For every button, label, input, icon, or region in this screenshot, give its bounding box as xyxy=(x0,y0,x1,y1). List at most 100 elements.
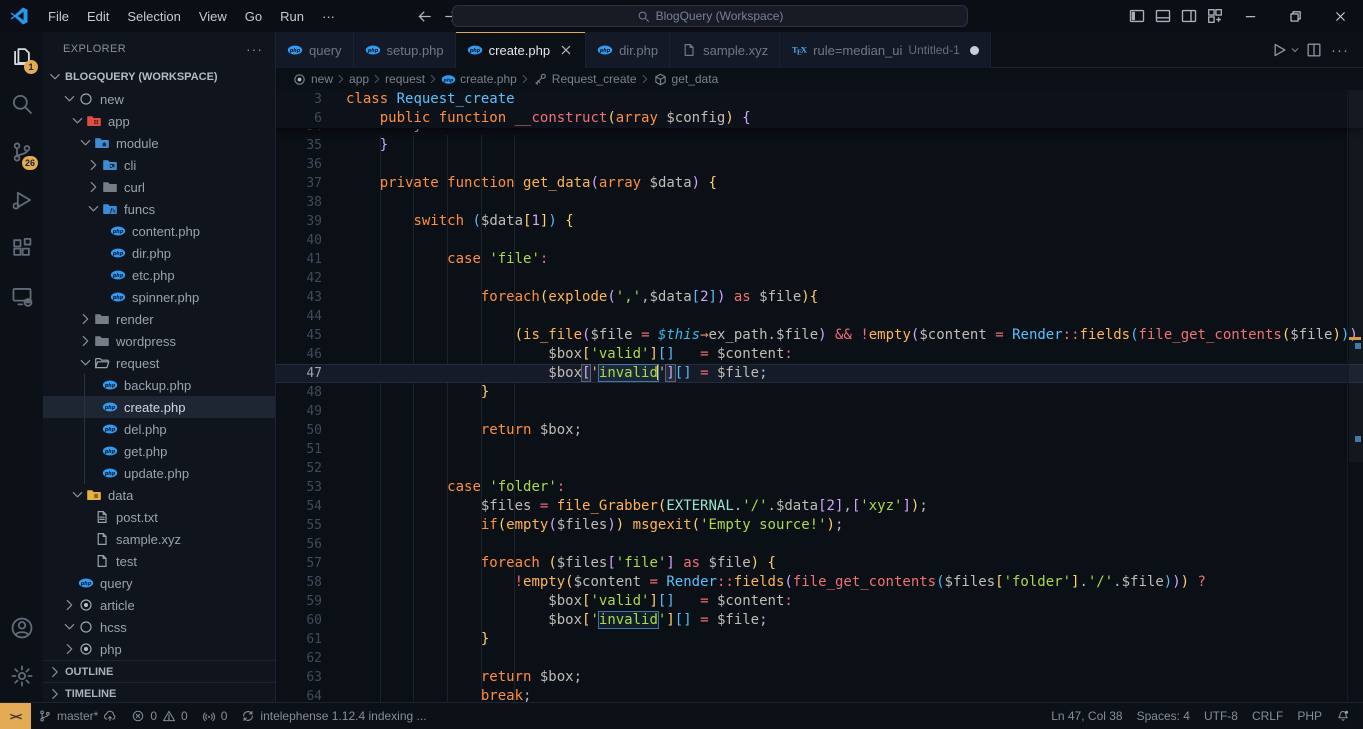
close-window-button[interactable] xyxy=(1318,0,1363,32)
code-line-48[interactable]: 48 } xyxy=(276,383,1363,402)
tree-item-wordpress[interactable]: wordpress xyxy=(43,330,275,352)
customize-layout-button[interactable] xyxy=(1202,3,1228,29)
tree-item-module[interactable]: module xyxy=(43,132,275,154)
tree-item-article[interactable]: article xyxy=(43,594,275,616)
toggle-secondary-sidebar-button[interactable] xyxy=(1176,3,1202,29)
tree-item-funcs[interactable]: fxfuncs xyxy=(43,198,275,220)
editor-more-actions-button[interactable]: ··· xyxy=(1327,42,1353,59)
code-line-63[interactable]: 63 return $box; xyxy=(276,668,1363,687)
tree-item-etc-php[interactable]: phpetc.php xyxy=(43,264,275,286)
code-line-59[interactable]: 59 $box['valid'][] = $content: xyxy=(276,592,1363,611)
code-line-60[interactable]: 60 $box['invalid'][] = $file; xyxy=(276,611,1363,630)
menu-more[interactable]: ··· xyxy=(313,5,344,28)
status-indentation[interactable]: Spaces: 4 xyxy=(1130,703,1197,729)
code-line-54[interactable]: 54 $files = file_Grabber(EXTERNAL.'/'.$d… xyxy=(276,497,1363,516)
breadcrumb-item-create-php[interactable]: phpcreate.php xyxy=(441,72,517,87)
tree-item-backup-php[interactable]: phpbackup.php xyxy=(43,374,275,396)
tree-item-dir-php[interactable]: phpdir.php xyxy=(43,242,275,264)
code-line-56[interactable]: 56 xyxy=(276,535,1363,554)
split-editor-button[interactable] xyxy=(1305,41,1323,59)
tree-item-cli[interactable]: cli xyxy=(43,154,275,176)
code-line-53[interactable]: 53 case 'folder': xyxy=(276,478,1363,497)
breadcrumb-item-new[interactable]: new xyxy=(292,72,333,87)
breadcrumb-item-get-data[interactable]: get_data xyxy=(653,72,719,87)
explorer-more-actions-button[interactable]: ··· xyxy=(246,41,263,57)
toggle-primary-sidebar-button[interactable] xyxy=(1124,3,1150,29)
activity-run-and-debug[interactable] xyxy=(0,176,43,224)
tree-item-create-php[interactable]: phpcreate.php xyxy=(43,396,275,418)
code-line-47[interactable]: 47 $box['invalid'][] = $file; xyxy=(276,364,1363,383)
status-notifications[interactable] xyxy=(1329,703,1357,729)
remote-indicator[interactable]: >< xyxy=(0,703,31,729)
code-line-50[interactable]: 50 return $box; xyxy=(276,421,1363,440)
tree-item-curl[interactable]: curl xyxy=(43,176,275,198)
minimize-button[interactable] xyxy=(1228,0,1273,32)
code-line-43[interactable]: 43 foreach(explode(',',$data[2]) as $fil… xyxy=(276,288,1363,307)
menu-selection[interactable]: Selection xyxy=(118,5,189,28)
activity-explorer[interactable]: 1 xyxy=(0,32,43,80)
menu-file[interactable]: File xyxy=(39,5,78,28)
go-back-icon[interactable] xyxy=(416,8,433,25)
status-cursor-position[interactable]: Ln 47, Col 38 xyxy=(1044,703,1129,729)
status-problems[interactable]: 00 xyxy=(124,703,194,729)
code-line-42[interactable]: 42 xyxy=(276,269,1363,288)
status-ports[interactable]: 0 xyxy=(195,703,235,729)
tree-item-data[interactable]: data xyxy=(43,484,275,506)
status-language-mode[interactable]: PHP xyxy=(1290,703,1329,729)
tree-item-app[interactable]: app xyxy=(43,110,275,132)
tab-dirty-indicator[interactable] xyxy=(970,46,979,55)
tab-close-icon[interactable] xyxy=(558,42,574,58)
activity-remote-explorer[interactable] xyxy=(0,272,43,320)
status-encoding[interactable]: UTF-8 xyxy=(1197,703,1245,729)
tab-dir-php[interactable]: phpdir.php xyxy=(586,32,670,68)
tree-item-hcss[interactable]: hcss xyxy=(43,616,275,638)
status-eol[interactable]: CRLF xyxy=(1245,703,1290,729)
code-line-6[interactable]: 6 public function __construct(array $con… xyxy=(276,109,1363,128)
code-line-36[interactable]: 36 xyxy=(276,155,1363,174)
tree-item-render[interactable]: render xyxy=(43,308,275,330)
code-line-37[interactable]: 37 private function get_data(array $data… xyxy=(276,174,1363,193)
tree-item-php[interactable]: php xyxy=(43,638,275,660)
activity-search[interactable] xyxy=(0,80,43,128)
tree-item-request[interactable]: request xyxy=(43,352,275,374)
tree-item-del-php[interactable]: phpdel.php xyxy=(43,418,275,440)
code-line-34[interactable]: 34 } xyxy=(276,129,1363,136)
code-line-45[interactable]: 45 (is_file($file = $this→ex_path.$file)… xyxy=(276,326,1363,345)
activity-extensions[interactable] xyxy=(0,224,43,272)
tree-item-update-php[interactable]: phpupdate.php xyxy=(43,462,275,484)
code-line-62[interactable]: 62 xyxy=(276,649,1363,668)
code-line-58[interactable]: 58 !empty($content = Render::fields(file… xyxy=(276,573,1363,592)
tab-query[interactable]: phpquery xyxy=(276,32,354,68)
activity-source-control[interactable]: 26 xyxy=(0,128,43,176)
menu-go[interactable]: Go xyxy=(236,5,271,28)
code-line-64[interactable]: 64 break; xyxy=(276,687,1363,702)
code-line-41[interactable]: 41 case 'file': xyxy=(276,250,1363,269)
code-line-61[interactable]: 61 } xyxy=(276,630,1363,649)
breadcrumb-item-request[interactable]: request xyxy=(385,72,425,86)
code-line-49[interactable]: 49 xyxy=(276,402,1363,421)
run-dropdown-chevron-icon[interactable] xyxy=(1289,44,1301,56)
menu-run[interactable]: Run xyxy=(271,5,313,28)
scrollbar-thumb[interactable] xyxy=(1349,90,1363,462)
status-language-status[interactable]: intelephense 1.12.4 indexing ... xyxy=(234,703,433,729)
editor-scrollbar[interactable] xyxy=(1347,90,1363,702)
tree-item-post-txt[interactable]: post.txt xyxy=(43,506,275,528)
code-line-55[interactable]: 55 if(empty($files)) msgexit('Empty sour… xyxy=(276,516,1363,535)
code-line-52[interactable]: 52 xyxy=(276,459,1363,478)
code-editor[interactable]: 3class Request_create6 public function _… xyxy=(276,90,1363,702)
code-line-57[interactable]: 57 foreach ($files['file'] as $file) { xyxy=(276,554,1363,573)
tree-item-new[interactable]: new xyxy=(43,88,275,110)
code-line-38[interactable]: 38 xyxy=(276,193,1363,212)
tab-rule-median-ui[interactable]: TEXrule=median_uiUntitled-1 xyxy=(780,32,991,68)
code-line-39[interactable]: 39 switch ($data[1]) { xyxy=(276,212,1363,231)
breadcrumb-item-Request-create[interactable]: Request_create xyxy=(533,72,637,87)
activity-settings[interactable] xyxy=(0,652,43,700)
section-outline[interactable]: OUTLINE xyxy=(43,660,275,682)
menu-view[interactable]: View xyxy=(190,5,236,28)
activity-account[interactable] xyxy=(0,604,43,652)
menu-edit[interactable]: Edit xyxy=(78,5,118,28)
status-branch[interactable]: master* xyxy=(31,703,124,729)
restore-button[interactable] xyxy=(1273,0,1318,32)
tree-item-get-php[interactable]: phpget.php xyxy=(43,440,275,462)
tree-item-query[interactable]: phpquery xyxy=(43,572,275,594)
